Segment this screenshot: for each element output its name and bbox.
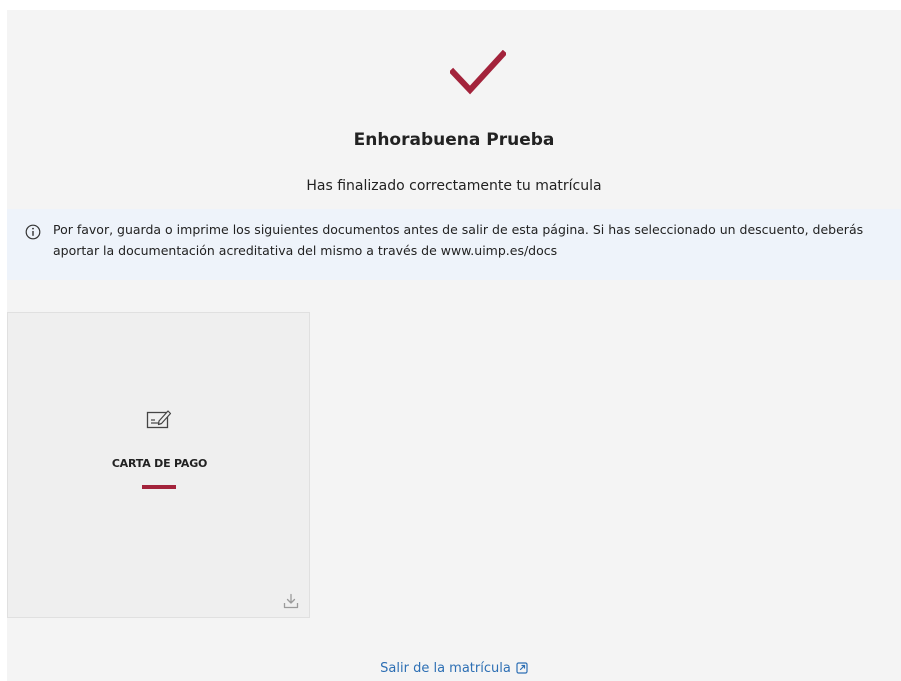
notice-banner: Por favor, guarda o imprime los siguient… [7, 209, 901, 280]
download-icon[interactable] [283, 593, 299, 609]
success-title: Enhorabuena Prueba [353, 130, 555, 150]
info-circle-icon [25, 224, 41, 240]
confirmation-page: Enhorabuena Prueba Has finalizado correc… [7, 10, 901, 681]
success-subtitle: Has finalizado correctamente tu matrícul… [306, 178, 602, 194]
payment-document-icon [146, 410, 172, 429]
external-link-icon [516, 662, 528, 674]
document-card-carta-de-pago[interactable]: CARTA DE PAGO [7, 312, 310, 618]
exit-enrollment-link[interactable]: Salir de la matrícula [7, 661, 901, 676]
exit-enrollment-label: Salir de la matrícula [380, 661, 511, 676]
document-card-label: CARTA DE PAGO [111, 457, 208, 470]
notice-text: Por favor, guarda o imprime los siguient… [53, 222, 864, 258]
checkmark-icon [450, 50, 506, 95]
document-card-accent-bar [142, 485, 176, 489]
